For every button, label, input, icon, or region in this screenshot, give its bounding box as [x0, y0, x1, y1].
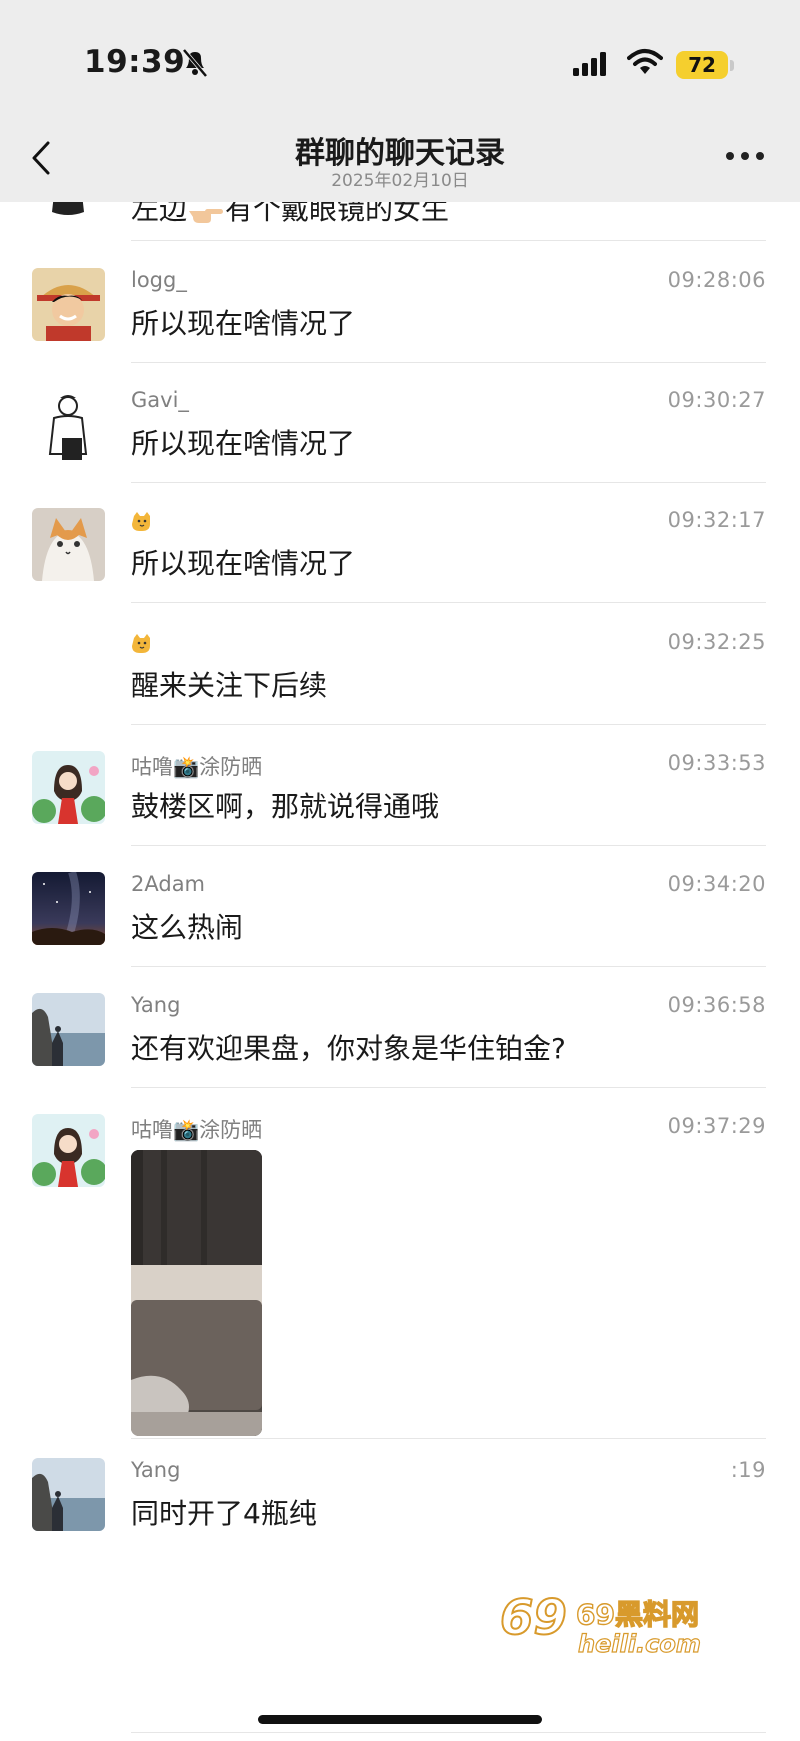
pointing-hand-icon [187, 199, 225, 223]
sketch-man-avatar[interactable] [32, 388, 105, 461]
divider [131, 966, 766, 967]
message-time: :19 [730, 1458, 766, 1482]
divider [131, 362, 766, 363]
night-sky-avatar[interactable] [32, 872, 105, 945]
home-indicator[interactable] [258, 1715, 542, 1724]
watermark-logo: 69 69黑料网 heili.com [480, 1578, 740, 1664]
seaside-avatar[interactable] [32, 1458, 105, 1531]
watermark-sub: heili.com [578, 1630, 701, 1658]
divider [131, 1438, 766, 1439]
message-time: 09:33:53 [667, 751, 766, 775]
sender-name: logg_ [131, 268, 187, 292]
message-text: 所以现在啥情况了 [131, 427, 356, 460]
status-time: 19:39 [84, 44, 186, 80]
message-time: 09:36:58 [667, 993, 766, 1017]
message-text: 同时开了4瓶纯 [131, 1497, 317, 1530]
sender-name: 2Adam [131, 872, 206, 896]
sender-name: 咕噜📸涂防晒 [131, 1118, 263, 1142]
divider [131, 602, 766, 603]
image-message[interactable] [131, 1150, 262, 1436]
message-text: 所以现在啥情况了 [131, 307, 356, 340]
svg-text:69: 69 [500, 1590, 567, 1646]
bell-muted-icon [181, 48, 209, 78]
message-time: 09:32:17 [667, 508, 766, 532]
cartoon-girl-avatar[interactable] [32, 751, 105, 824]
message-text: 醒来关注下后续 [131, 669, 328, 702]
divider [131, 482, 766, 483]
message-time: 09:30:27 [667, 388, 766, 412]
message-text: 所以现在啥情况了 [131, 547, 356, 580]
chat-history-list: 左边 有个戴眼镜的女生 logg_ 09:28:06 所以现在啥情况了 Gavi_… [0, 0, 800, 1741]
seaside-avatar[interactable] [32, 993, 105, 1066]
sender-name [131, 630, 153, 654]
message-time: 09:32:25 [667, 630, 766, 654]
divider [131, 1087, 766, 1088]
watermark-title: 69黑料网 [576, 1598, 699, 1631]
luffy-avatar[interactable] [32, 268, 105, 341]
wifi-icon [627, 48, 663, 78]
message-time: 09:28:06 [667, 268, 766, 292]
divider [131, 845, 766, 846]
sender-name [131, 508, 153, 532]
divider [131, 240, 766, 241]
cat-emoji-icon [131, 632, 153, 654]
sender-name: Gavi_ [131, 388, 189, 412]
cat-photo-avatar[interactable] [32, 508, 105, 581]
message-time: 09:34:20 [667, 872, 766, 896]
top-bar: 19:39 72 群聊的聊天记录 2025年02月10日 [0, 0, 800, 202]
message-text: 还有欢迎果盘，你对象是华住铂金? [131, 1032, 566, 1065]
message-text: 鼓楼区啊，那就说得通哦 [131, 790, 440, 823]
signal-icon [573, 52, 613, 78]
battery-cap [730, 60, 734, 71]
cartoon-girl-avatar[interactable] [32, 1114, 105, 1187]
message-time: 09:37:29 [667, 1114, 766, 1138]
battery-level: 72 [676, 51, 728, 79]
cat-emoji-icon [131, 510, 153, 532]
sender-name: 咕噜📸涂防晒 [131, 755, 263, 779]
message-text: 这么热闹 [131, 911, 244, 944]
more-options-icon[interactable] [726, 152, 766, 162]
page-date: 2025年02月10日 [331, 171, 469, 191]
sender-name: Yang [131, 1458, 181, 1482]
divider [131, 724, 766, 725]
sender-name: Yang [131, 993, 181, 1017]
divider [131, 1732, 766, 1733]
